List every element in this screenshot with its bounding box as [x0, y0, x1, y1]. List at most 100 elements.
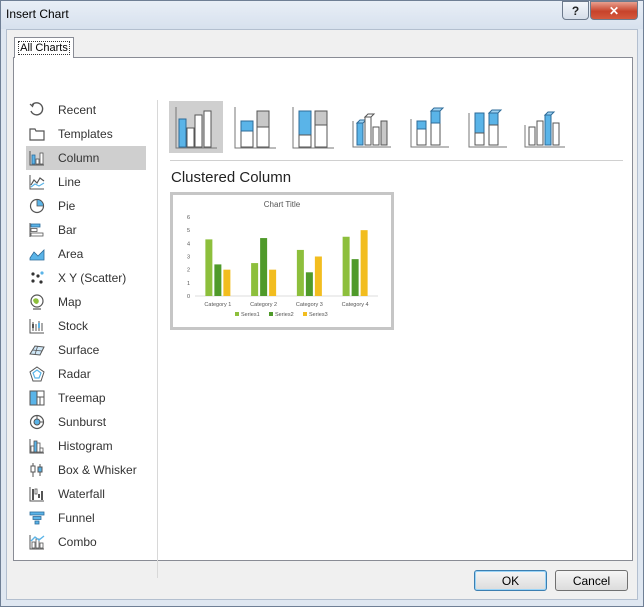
category-map[interactable]: Map: [26, 290, 146, 314]
combo-chart-icon: [29, 535, 45, 550]
subtype-3d-column[interactable]: [517, 101, 571, 153]
bar-series2-3: [305, 272, 313, 296]
category-label: Stock: [58, 319, 89, 333]
dialog-title: Insert Chart: [6, 7, 69, 21]
column-chart-icon: [29, 151, 44, 166]
category-recent[interactable]: Recent: [26, 98, 146, 122]
bar-series3-4: [360, 230, 368, 296]
category-label: Bar: [58, 223, 77, 237]
area-chart-icon: [29, 249, 45, 261]
category-column[interactable]: Column: [26, 146, 146, 170]
category-funnel[interactable]: Funnel: [26, 506, 146, 530]
gallery-divider: [170, 160, 623, 161]
bar-series3-3: [314, 256, 322, 296]
folder-icon: [29, 128, 45, 141]
ok-button[interactable]: OK: [474, 570, 547, 591]
legend-label: Series2: [275, 312, 294, 318]
treemap-chart-icon: [29, 390, 45, 406]
dialog-body: All Charts Recent Templates Column Line: [6, 29, 638, 600]
100-stacked-column-icon: [292, 107, 334, 149]
category-label: Sunburst: [58, 415, 107, 429]
selected-subtype-title: Clustered Column: [171, 169, 292, 186]
bar-series1-4: [342, 236, 350, 296]
category-divider: [157, 100, 158, 578]
category-label: X Y (Scatter): [58, 271, 127, 285]
stacked-column-icon: [234, 107, 276, 149]
pie-chart-icon: [29, 198, 45, 214]
legend-swatch: [269, 312, 273, 316]
category-xy-scatter[interactable]: X Y (Scatter): [26, 266, 146, 290]
chart-title: Chart Title: [264, 200, 301, 209]
title-bar: Insert Chart ? ✕: [1, 1, 643, 29]
tab-all-charts-label: All Charts: [18, 41, 70, 55]
category-label: Radar: [58, 367, 91, 381]
category-treemap[interactable]: Treemap: [26, 386, 146, 410]
category-label: Combo: [58, 535, 97, 549]
insert-chart-dialog: Insert Chart ? ✕ All Charts Recent Templ…: [0, 0, 644, 607]
category-label: Treemap: [58, 391, 106, 405]
y-tick-label: 5: [187, 228, 190, 234]
category-label: Map: [58, 295, 82, 309]
subtype-stacked-column[interactable]: [227, 101, 281, 153]
chart-category-list: Recent Templates Column Line Pie Bar Are…: [26, 98, 146, 554]
close-button[interactable]: ✕: [590, 1, 638, 20]
subtype-3d-100-stacked-column[interactable]: [459, 101, 513, 153]
tab-all-charts[interactable]: All Charts: [14, 37, 74, 58]
chart-preview[interactable]: Chart Title 0 1 2 3 4 5 6 Category 1 Category 2 Ca…: [170, 192, 394, 330]
category-label: Funnel: [58, 511, 95, 525]
surface-chart-icon: [29, 345, 45, 356]
category-label: Templates: [58, 127, 113, 141]
category-sunburst[interactable]: Sunburst: [26, 410, 146, 434]
help-button[interactable]: ?: [562, 1, 589, 20]
category-templates[interactable]: Templates: [26, 122, 146, 146]
bar-series2-1: [214, 264, 222, 296]
subtype-100-stacked-column[interactable]: [285, 101, 339, 153]
3d-100-stacked-column-icon: [468, 109, 507, 148]
subtype-3d-clustered-column[interactable]: [343, 101, 397, 153]
recent-icon: [29, 102, 44, 116]
x-tick-label: Category 1: [204, 302, 231, 308]
category-area[interactable]: Area: [26, 242, 146, 266]
legend-label: Series1: [241, 312, 260, 318]
subtype-3d-stacked-column[interactable]: [401, 101, 455, 153]
x-tick-label: Category 2: [250, 302, 277, 308]
category-label: Line: [58, 175, 81, 189]
histogram-chart-icon: [29, 439, 44, 454]
category-combo[interactable]: Combo: [26, 530, 146, 554]
scatter-chart-icon: [31, 271, 44, 284]
category-box-whisker[interactable]: Box & Whisker: [26, 458, 146, 482]
category-label: Box & Whisker: [58, 463, 137, 477]
bar-series2-2: [260, 238, 268, 296]
bar-series1-3: [296, 249, 304, 296]
legend-swatch: [303, 312, 307, 316]
clustered-column-icon: [175, 107, 217, 149]
category-label: Histogram: [58, 439, 113, 453]
stock-chart-icon: [29, 319, 44, 334]
subtype-clustered-column[interactable]: [169, 101, 223, 153]
legend-swatch: [235, 312, 239, 316]
category-stock[interactable]: Stock: [26, 314, 146, 338]
category-bar[interactable]: Bar: [26, 218, 146, 242]
category-pie[interactable]: Pie: [26, 194, 146, 218]
radar-chart-icon: [29, 366, 45, 382]
category-histogram[interactable]: Histogram: [26, 434, 146, 458]
x-tick-label: Category 3: [296, 302, 323, 308]
bar-series3-1: [223, 269, 231, 296]
bar-series2-4: [351, 259, 359, 296]
y-tick-label: 3: [187, 255, 190, 261]
category-waterfall[interactable]: Waterfall: [26, 482, 146, 506]
bar-chart-icon: [29, 223, 44, 237]
map-chart-icon: [30, 294, 44, 310]
category-label: Waterfall: [58, 487, 105, 501]
category-label: Recent: [58, 103, 97, 117]
y-tick-label: 2: [187, 268, 190, 274]
category-surface[interactable]: Surface: [26, 338, 146, 362]
category-label: Area: [58, 247, 84, 261]
category-radar[interactable]: Radar: [26, 362, 146, 386]
category-line[interactable]: Line: [26, 170, 146, 194]
y-tick-label: 1: [187, 281, 190, 287]
category-label: Column: [58, 151, 100, 165]
y-tick-label: 6: [187, 215, 190, 221]
cancel-button[interactable]: Cancel: [555, 570, 628, 591]
preview-chart: Chart Title 0 1 2 3 4 5 6 Category 1 Category 2 Ca…: [187, 200, 378, 318]
